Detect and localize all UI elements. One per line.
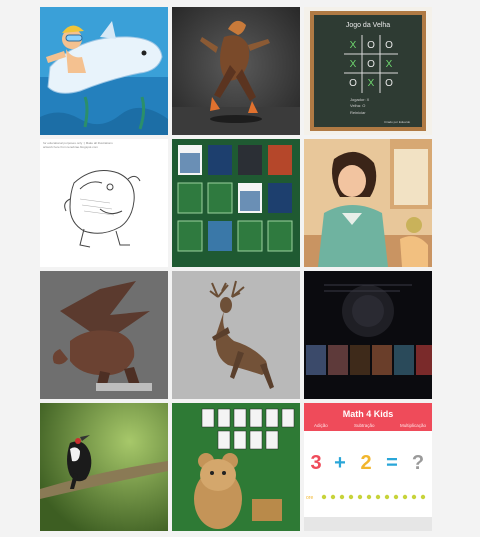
dolphin-rider-illustration [40,7,168,135]
gallery-tile-woodpecker[interactable] [40,403,168,531]
3d-dancer-render [172,7,300,135]
equals-sign: = [386,452,398,474]
cell-9: O [385,78,393,89]
operand-b: 2 [360,452,371,474]
deer-render [172,271,300,399]
pencil-sketch: for educational purposes only :) Make al… [40,139,168,267]
shopkeeper-render [304,139,432,267]
operand-a: 3 [310,452,321,474]
cell-5: O [367,59,375,70]
operator-plus: + [334,452,346,474]
gallery-tile-tic-tac-toe[interactable]: Jogo da Velha X O O X O X O X O Jogador:… [304,7,432,135]
tab-subtracao[interactable]: Subtração [354,423,375,428]
restart-button[interactable]: Reiniciar [350,110,366,115]
gallery-tile-deer[interactable] [172,271,300,399]
tab-multiplicacao[interactable]: Multiplicação [400,423,427,428]
cell-3: O [385,40,393,51]
streaming-interface [304,271,432,399]
tic-tac-toe-board: Jogo da Velha X O O X O X O X O Jogador:… [304,7,432,135]
math-game-title: Math 4 Kids [343,409,394,419]
woodpecker-render [40,403,168,531]
answer-placeholder: ? [412,452,424,474]
gallery-tile-bear-solitaire[interactable] [172,403,300,531]
cell-2: O [367,40,375,51]
dragon-render [40,271,168,399]
math-game-screen: Math 4 Kids Adição Subtração Multiplicaç… [304,403,432,531]
tic-tac-toe-title: Jogo da Velha [346,22,390,29]
author-line: Criado por Eduardo [384,120,411,124]
cell-7: O [349,78,357,89]
sketch-caption-2: artwork here from tenebrae.blogspot.com [43,145,98,149]
bear-solitaire-game [172,403,300,531]
memory-card-grid [172,139,300,267]
cell-6: X [386,59,393,70]
gallery-tile-dolphin-rider[interactable] [40,7,168,135]
velha-line: Velha: O [350,103,365,108]
gallery-tile-math-4-kids[interactable]: Math 4 Kids Adição Subtração Multiplicaç… [304,403,432,531]
cell-4: X [350,59,357,70]
gallery-tile-sketch[interactable]: for educational purposes only :) Make al… [40,139,168,267]
project-gallery-grid: Jogo da Velha X O O X O X O X O Jogador:… [40,7,433,531]
gallery-tile-3d-dancer[interactable] [172,7,300,135]
gallery-tile-shopkeeper[interactable] [304,139,432,267]
score-label: ore [306,495,313,501]
tab-adicao[interactable]: Adição [314,423,328,428]
gallery-tile-dragon[interactable] [40,271,168,399]
cell-8: X [368,78,375,89]
player-line: Jogador: X [350,97,370,102]
cell-1: X [350,40,357,51]
gallery-tile-streaming-app[interactable] [304,271,432,399]
gallery-tile-memory-game[interactable] [172,139,300,267]
